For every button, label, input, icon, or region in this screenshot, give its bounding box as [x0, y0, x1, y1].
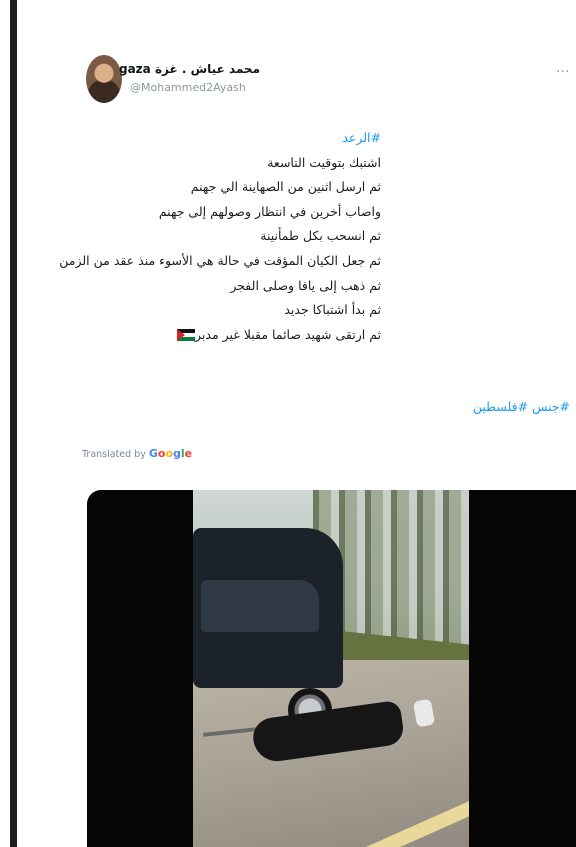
hashtag-link[interactable]: #الرعد [59, 126, 381, 151]
tweet-line: ثم جعل الكيان المؤقت في حالة هي الأسوء م… [59, 252, 381, 268]
tweet-line: واصاب أخرين في انتظار وصولهم إلى جهنم [158, 203, 381, 219]
tweet-line-with-flag: ثم ارتقى شهيد صائما مقبلا غير مدبر [59, 323, 381, 348]
author-avatar[interactable] [86, 55, 122, 103]
tweet-line-text: ثم ارتقى شهيد صائما مقبلا غير مدبر [195, 326, 381, 342]
tweet-line: ثم ذهب إلى يافا وصلى الفجر [230, 277, 381, 293]
tweet-line: اشتبك بتوقيت التاسعة [267, 154, 381, 170]
window-edge [10, 0, 17, 847]
tweet-line: ثم ارسل اثنين من الصهاينة الي جهنم [190, 179, 381, 195]
media-video[interactable] [87, 490, 576, 847]
video-frame [193, 490, 469, 847]
more-options-icon[interactable]: ··· [556, 64, 569, 80]
palestine-flag-icon [177, 328, 196, 341]
author-handle[interactable]: @Mohammed2Ayash [130, 81, 246, 94]
translated-by-google[interactable]: Translated by Google [82, 447, 192, 460]
parked-car [193, 528, 343, 732]
tweet-line: ثم بدأ اشتباكا جديد [284, 302, 381, 318]
hashtag-links[interactable]: #جنس #فلسطين [473, 399, 570, 414]
tweet-text: #الرعد اشتبك بتوقيت التاسعة ثم ارسل اثني… [59, 126, 381, 347]
google-logo: Google [148, 447, 193, 460]
car-window [201, 580, 319, 632]
translated-prefix: Translated by [82, 449, 149, 460]
tweet-line: ثم انسحب بكل طمأنينة [260, 228, 381, 244]
author-display-name[interactable]: محمد عياش . غزة gaza [119, 62, 260, 76]
